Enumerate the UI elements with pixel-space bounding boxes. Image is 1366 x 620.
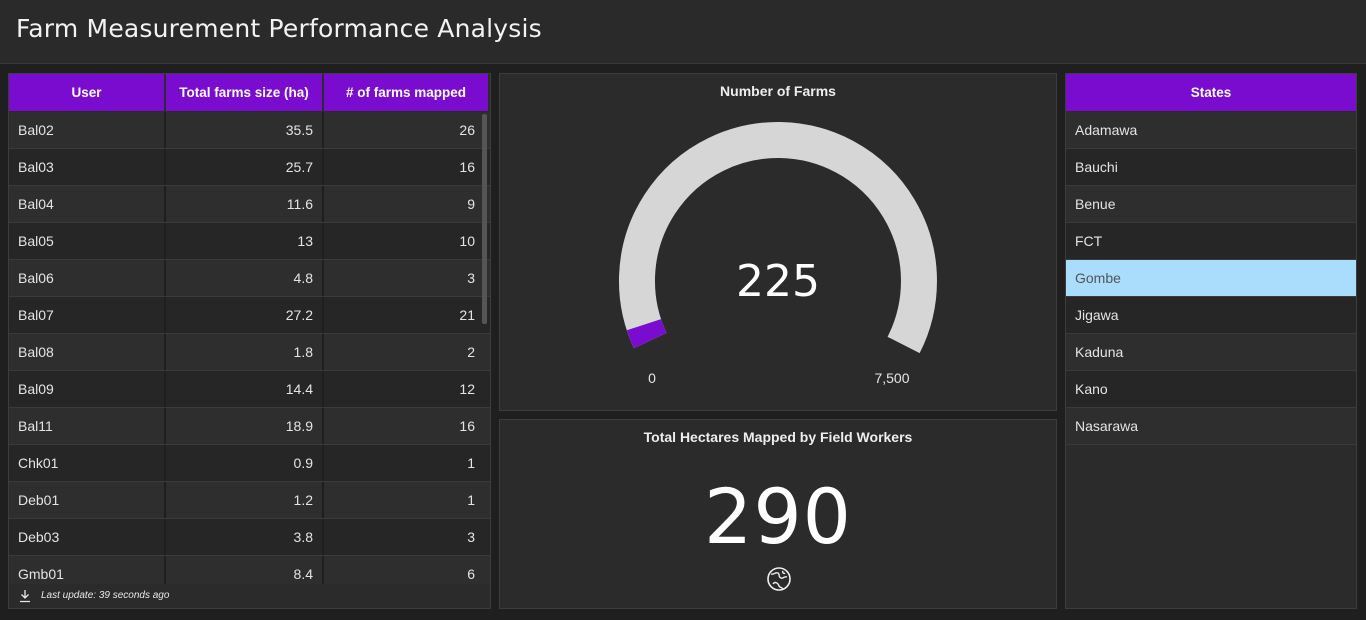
states-header: States <box>1066 74 1356 111</box>
globe-icon <box>767 567 791 591</box>
table-row[interactable]: Chk01 0.9 1 <box>9 445 490 482</box>
table-row[interactable]: Deb01 1.2 1 <box>9 482 490 519</box>
cell-user: Bal04 <box>9 186 166 222</box>
cell-farms-mapped: 21 <box>459 307 475 323</box>
cell-farms-mapped: 3 <box>467 529 475 545</box>
table-body[interactable]: Bal02 35.5 26 Bal03 25.7 16 Bal04 11.6 9 Bal05 13 1… <box>9 112 490 584</box>
cell-farms-mapped: 16 <box>459 418 475 434</box>
state-item-fct[interactable]: FCT <box>1066 223 1356 260</box>
table-row[interactable]: Deb03 3.8 3 <box>9 519 490 556</box>
table-scrollbar[interactable] <box>482 114 487 324</box>
states-list[interactable]: Adamawa Bauchi Benue FCT Gombe Jigawa Kaduna Ka… <box>1066 112 1356 445</box>
cell-total-farm-size: 13 <box>166 223 324 259</box>
state-item-nasarawa[interactable]: Nasarawa <box>1066 408 1356 445</box>
state-item-bauchi[interactable]: Bauchi <box>1066 149 1356 186</box>
cell-user: Bal11 <box>9 408 166 444</box>
cell-total-farm-size: 35.5 <box>166 112 324 148</box>
cell-total-farm-size: 4.8 <box>166 260 324 296</box>
cell-total-farm-size: 1.8 <box>166 334 324 370</box>
cell-farms-mapped: 10 <box>459 233 475 249</box>
state-item-benue[interactable]: Benue <box>1066 186 1356 223</box>
column-header-farms-mapped[interactable]: # of farms mapped <box>324 74 490 111</box>
users-table-panel: User Total farms size (ha) # of farms ma… <box>8 73 491 609</box>
cell-farms-mapped: 9 <box>467 196 475 212</box>
table-row[interactable]: Bal07 27.2 21 <box>9 297 490 334</box>
gauge-fill <box>626 318 667 349</box>
app-header: Farm Measurement Performance Analysis <box>0 0 1366 64</box>
column-header-total-farm-size[interactable]: Total farms size (ha) <box>166 74 324 111</box>
cell-total-farm-size: 3.8 <box>166 519 324 555</box>
states-panel: States Adamawa Bauchi Benue FCT Gombe Jigawa K… <box>1065 73 1357 609</box>
cell-total-farm-size: 14.4 <box>166 371 324 407</box>
cell-total-farm-size: 1.2 <box>166 482 324 518</box>
cell-farms-mapped: 16 <box>459 159 475 175</box>
hectares-panel: Total Hectares Mapped by Field Workers 2… <box>499 419 1057 609</box>
cell-farms-mapped: 1 <box>467 492 475 508</box>
cell-user: Deb01 <box>9 482 166 518</box>
cell-farms-mapped: 3 <box>467 270 475 286</box>
cell-farms-mapped: 1 <box>467 455 475 471</box>
table-row[interactable]: Bal04 11.6 9 <box>9 186 490 223</box>
cell-farms-mapped: 26 <box>459 122 475 138</box>
state-item-kano[interactable]: Kano <box>1066 371 1356 408</box>
state-item-kaduna[interactable]: Kaduna <box>1066 334 1356 371</box>
cell-total-farm-size: 27.2 <box>166 297 324 333</box>
hectares-value: 290 <box>703 472 853 561</box>
cell-farms-mapped: 2 <box>467 344 475 360</box>
cell-user: Bal09 <box>9 371 166 407</box>
gauge-chart: 225 0 7,500 <box>618 122 937 386</box>
cell-farms-mapped: 6 <box>467 566 475 582</box>
cell-user: Bal02 <box>9 112 166 148</box>
table-row[interactable]: Bal08 1.8 2 <box>9 334 490 371</box>
cell-user: Bal06 <box>9 260 166 296</box>
table-row[interactable]: Gmb01 8.4 6 <box>9 556 490 584</box>
gauge-track <box>618 122 937 354</box>
gauge-value: 225 <box>736 256 820 307</box>
table-row[interactable]: Bal06 4.8 3 <box>9 260 490 297</box>
hectares-title: Total Hectares Mapped by Field Workers <box>643 429 913 445</box>
cell-user: Bal03 <box>9 149 166 185</box>
table-row[interactable]: Bal05 13 10 <box>9 223 490 260</box>
table-row[interactable]: Bal11 18.9 16 <box>9 408 490 445</box>
table-row[interactable]: Bal03 25.7 16 <box>9 149 490 186</box>
cell-user: Bal05 <box>9 223 166 259</box>
download-icon[interactable] <box>19 589 31 603</box>
state-item-jigawa[interactable]: Jigawa <box>1066 297 1356 334</box>
cell-farms-mapped: 12 <box>459 381 475 397</box>
column-header-user[interactable]: User <box>9 74 166 111</box>
table-header: User Total farms size (ha) # of farms ma… <box>9 74 490 111</box>
cell-user: Chk01 <box>9 445 166 481</box>
gauge-panel: Number of Farms 225 0 7,500 <box>499 73 1057 411</box>
state-item-adamawa[interactable]: Adamawa <box>1066 112 1356 149</box>
gauge-max-label: 7,500 <box>874 370 909 386</box>
cell-total-farm-size: 0.9 <box>166 445 324 481</box>
page-title: Farm Measurement Performance Analysis <box>16 14 542 43</box>
cell-user: Bal08 <box>9 334 166 370</box>
last-update-text: Last update: 39 seconds ago <box>41 590 170 601</box>
cell-total-farm-size: 25.7 <box>166 149 324 185</box>
cell-total-farm-size: 11.6 <box>166 186 324 222</box>
gauge-min-label: 0 <box>648 370 656 386</box>
cell-total-farm-size: 8.4 <box>166 556 324 584</box>
table-footer: Last update: 39 seconds ago <box>9 583 490 608</box>
table-row[interactable]: Bal09 14.4 12 <box>9 371 490 408</box>
cell-user: Bal07 <box>9 297 166 333</box>
state-item-gombe[interactable]: Gombe <box>1066 260 1356 297</box>
table-row[interactable]: Bal02 35.5 26 <box>9 112 490 149</box>
cell-user: Deb03 <box>9 519 166 555</box>
cell-user: Gmb01 <box>9 556 166 584</box>
cell-total-farm-size: 18.9 <box>166 408 324 444</box>
